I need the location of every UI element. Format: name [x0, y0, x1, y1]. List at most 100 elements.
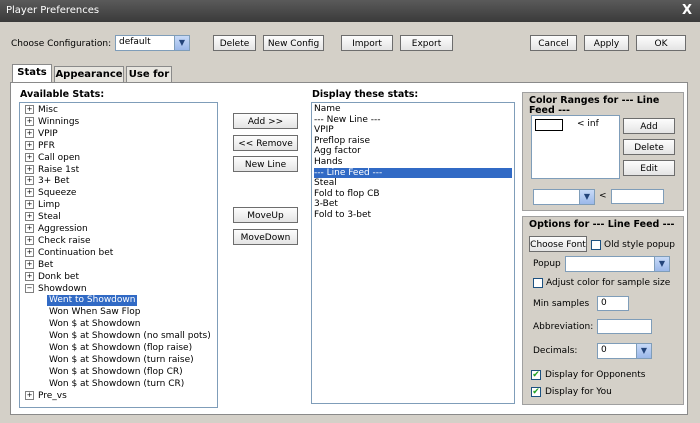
list-item[interactable]: Fold to 3-bet	[314, 210, 512, 221]
decimals-select[interactable]: 0 ▼	[597, 343, 652, 359]
apply-button[interactable]: Apply	[584, 35, 629, 51]
export-button[interactable]: Export	[400, 35, 453, 51]
expand-plus-icon[interactable]: +	[25, 188, 34, 198]
expand-plus-icon[interactable]: +	[25, 128, 34, 138]
tree-group[interactable]: − Showdown	[25, 283, 87, 295]
expand-plus-icon[interactable]: +	[25, 271, 34, 281]
tree-group[interactable]: + Steal	[25, 212, 61, 223]
tree-item-label: Won $ at Showdown (no small pots)	[49, 331, 211, 342]
collapse-minus-icon[interactable]: −	[25, 283, 34, 293]
chevron-down-icon[interactable]: ▼	[174, 36, 189, 50]
range-value-input[interactable]	[611, 189, 664, 204]
config-select[interactable]: default ▼	[115, 35, 190, 51]
expand-plus-icon[interactable]: +	[25, 116, 34, 126]
list-item[interactable]: Fold to flop CB	[314, 189, 512, 200]
tree-group[interactable]: + Squeeze	[25, 188, 76, 199]
display-you-checkbox[interactable]: ✔	[531, 387, 541, 397]
cancel-button[interactable]: Cancel	[530, 35, 577, 51]
min-samples-value: 0	[601, 298, 607, 308]
tree-child[interactable]: Won $ at Showdown (no small pots)	[47, 331, 213, 342]
tree-group[interactable]: + PFR	[25, 140, 55, 152]
tree-child[interactable]: Won $ at Showdown (turn CR)	[47, 379, 186, 390]
expand-plus-icon[interactable]: +	[25, 200, 34, 210]
color-ranges-list[interactable]: < inf	[531, 115, 620, 179]
tree-group[interactable]: + Continuation bet	[25, 247, 113, 259]
close-icon[interactable]: X	[682, 3, 692, 18]
tree-group[interactable]: + Call open	[25, 152, 80, 164]
expand-plus-icon[interactable]: +	[25, 152, 34, 162]
tree-group[interactable]: + Donk bet	[25, 271, 79, 283]
expand-plus-icon[interactable]: +	[25, 390, 34, 400]
move-up-button[interactable]: MoveUp	[233, 207, 298, 223]
delete-config-button[interactable]: Delete	[213, 35, 256, 51]
expand-plus-icon[interactable]: +	[25, 176, 34, 186]
expand-plus-icon[interactable]: +	[25, 247, 34, 257]
available-stats-tree[interactable]: + Misc + Winnings + VPIP + PFR + Call open + Raise …	[19, 102, 218, 408]
add-stat-button[interactable]: Add >>	[233, 113, 298, 129]
list-item[interactable]: Steal	[314, 178, 512, 189]
color-swatch[interactable]	[535, 119, 563, 131]
list-item[interactable]: --- New Line ---	[314, 115, 512, 126]
chevron-down-icon[interactable]: ▼	[579, 190, 594, 204]
tree-item-label: Showdown	[38, 283, 87, 294]
chevron-down-icon[interactable]: ▼	[654, 257, 669, 271]
tree-group[interactable]: + Check raise	[25, 235, 91, 247]
new-config-button[interactable]: New Config	[263, 35, 324, 51]
tree-group[interactable]: + Aggression	[25, 224, 88, 235]
abbreviation-input[interactable]	[597, 319, 652, 334]
color-add-button[interactable]: Add	[623, 118, 675, 134]
tree-group[interactable]: + VPIP	[25, 128, 58, 140]
tree-child[interactable]: Won $ at Showdown (flop raise)	[47, 343, 194, 354]
list-item[interactable]: Name	[314, 104, 512, 115]
tree-item-label: Bet	[38, 259, 54, 270]
new-line-button[interactable]: New Line	[233, 156, 298, 172]
list-item[interactable]: 3-Bet	[314, 199, 512, 210]
move-down-button[interactable]: MoveDown	[233, 229, 298, 245]
expand-plus-icon[interactable]: +	[25, 105, 34, 114]
list-item[interactable]: --- Line Feed ---	[314, 167, 512, 179]
color-delete-button[interactable]: Delete	[623, 139, 675, 155]
expand-plus-icon[interactable]: +	[25, 259, 34, 269]
tree-item-label: Won $ at Showdown (turn raise)	[49, 354, 194, 365]
list-item[interactable]: Preflop raise	[314, 136, 512, 147]
remove-stat-button[interactable]: << Remove	[233, 135, 298, 151]
list-item[interactable]: Hands	[314, 157, 512, 168]
tab-stats[interactable]: Stats	[12, 64, 52, 83]
tree-item-label: Steal	[38, 212, 61, 223]
tree-item-label: Went to Showdown	[49, 295, 136, 306]
list-item[interactable]: VPIP	[314, 125, 512, 136]
tab-use-for[interactable]: Use for	[126, 66, 172, 82]
tree-group[interactable]: + Raise 1st	[25, 164, 79, 176]
tree-group[interactable]: + Pre_vs	[25, 390, 67, 402]
expand-plus-icon[interactable]: +	[25, 164, 34, 174]
color-picker-select[interactable]: ▼	[533, 189, 595, 205]
tab-appearance[interactable]: Appearance	[54, 66, 124, 82]
min-samples-input[interactable]: 0	[597, 296, 629, 311]
tree-child[interactable]: Went to Showdown	[47, 295, 138, 307]
display-stats-list[interactable]: Name --- New Line --- VPIP Preflop raise Agg…	[311, 102, 515, 404]
old-style-popup-checkbox[interactable]	[591, 240, 601, 250]
popup-select[interactable]: ▼	[565, 256, 670, 272]
ok-button[interactable]: OK	[636, 35, 686, 51]
chevron-down-icon[interactable]: ▼	[636, 344, 651, 358]
tree-group[interactable]: + Limp	[25, 200, 60, 211]
expand-plus-icon[interactable]: +	[25, 140, 34, 150]
tree-child[interactable]: Won $ at Showdown (flop CR)	[47, 367, 185, 378]
tree-child[interactable]: Won When Saw Flop	[47, 307, 143, 318]
choose-font-button[interactable]: Choose Font	[529, 236, 587, 252]
tree-child[interactable]: Won $ at Showdown	[47, 319, 143, 330]
tree-group[interactable]: +3+ Bet	[25, 176, 69, 187]
import-button[interactable]: Import	[341, 35, 393, 51]
tree-group[interactable]: + Winnings	[25, 116, 79, 128]
tree-group[interactable]: + Bet	[25, 259, 54, 271]
expand-plus-icon[interactable]: +	[25, 212, 34, 222]
expand-plus-icon[interactable]: +	[25, 224, 34, 233]
display-opponents-checkbox[interactable]: ✔	[531, 370, 541, 380]
color-edit-button[interactable]: Edit	[623, 160, 675, 176]
expand-plus-icon[interactable]: +	[25, 235, 34, 245]
display-opponents-label: Display for Opponents	[545, 370, 646, 380]
list-item[interactable]: Agg factor	[314, 146, 512, 157]
tree-group[interactable]: + Misc	[25, 105, 58, 116]
adjust-color-checkbox[interactable]	[533, 278, 543, 288]
tree-child[interactable]: Won $ at Showdown (turn raise)	[47, 355, 196, 366]
